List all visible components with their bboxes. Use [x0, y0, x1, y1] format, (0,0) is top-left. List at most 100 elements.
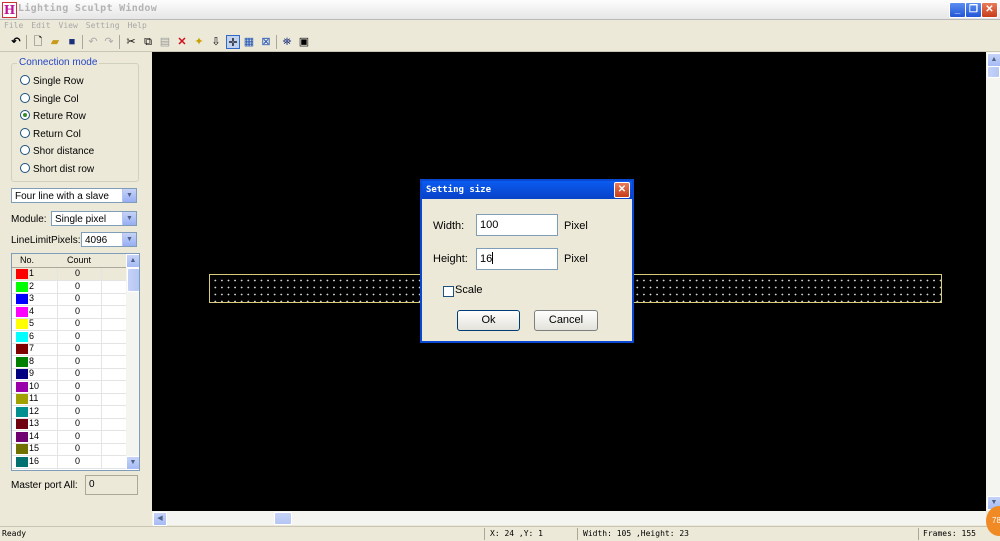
horizontal-scrollbar[interactable]: ◀: [152, 511, 986, 526]
status-bar: Ready X: 24 ,Y: 1 Width: 105 ,Height: 23…: [0, 526, 1000, 541]
port-count: 0: [75, 305, 81, 316]
connection-mode-label: Connection mode: [17, 57, 100, 68]
menu-help[interactable]: Help: [128, 19, 147, 33]
new-file-icon[interactable]: 🗋: [31, 35, 45, 49]
chevron-down-icon[interactable]: ▼: [122, 233, 136, 246]
undo-icon[interactable]: ↶: [9, 35, 23, 49]
table-row[interactable]: 90: [12, 368, 126, 381]
port-table[interactable]: No. Count 1 0 2 0 3 0 4 0 5 0 6 0 7 0 8 0 9 0 10 0 11 0 12 0 13 0…: [11, 253, 140, 471]
chevron-down-icon[interactable]: ▼: [122, 212, 136, 225]
table-row[interactable]: 13 0: [12, 418, 126, 431]
save-icon[interactable]: ■: [65, 35, 79, 49]
status-coords: X: 24 ,Y: 1: [490, 529, 543, 538]
scroll-up-icon[interactable]: ▲: [126, 254, 139, 268]
dialog-close-icon[interactable]: ✕: [614, 182, 630, 198]
scroll-up-icon[interactable]: ▲: [987, 53, 1000, 67]
minimize-button[interactable]: _: [949, 2, 966, 18]
port-number: 12: [29, 405, 40, 416]
chevron-down-icon[interactable]: ▼: [122, 189, 136, 202]
radio-label: Short dist row: [33, 164, 95, 175]
menu-view[interactable]: View: [59, 19, 78, 33]
master-port-label: Master port All:: [11, 480, 78, 491]
width-input[interactable]: 100: [476, 214, 558, 236]
master-port-field[interactable]: 0: [85, 475, 138, 495]
port-number: 15: [29, 443, 40, 453]
toolbar-separator: [119, 35, 120, 49]
undo-gray-icon[interactable]: ↶: [86, 35, 100, 49]
height-value: 16: [480, 253, 493, 265]
table-row[interactable]: 80: [12, 355, 126, 369]
port-number: 9: [29, 368, 35, 378]
restore-button[interactable]: ❐: [965, 2, 982, 18]
scroll-thumb[interactable]: [987, 66, 1000, 78]
arrow-down-icon[interactable]: ⇩: [209, 35, 223, 49]
table-row[interactable]: 15 0: [12, 443, 126, 456]
radio-dot: [20, 75, 30, 85]
line-mode-select[interactable]: Four line with a slave ▼: [11, 188, 137, 203]
table-row[interactable]: 12 0: [12, 405, 126, 419]
table-row[interactable]: 10: [12, 268, 126, 281]
table-scrollbar[interactable]: ▲ ▼: [126, 254, 139, 470]
table-row[interactable]: 50: [12, 318, 126, 331]
fit-icon[interactable]: ⊠: [259, 35, 273, 49]
line-limit-select[interactable]: 4096 ▼: [81, 232, 137, 247]
delete-icon[interactable]: ✕: [175, 35, 189, 49]
port-color-swatch: [16, 344, 28, 354]
height-input[interactable]: 16: [476, 248, 558, 270]
redo-gray-icon[interactable]: ↷: [102, 35, 116, 49]
dialog-title-bar[interactable]: Setting size ✕: [422, 181, 632, 199]
port-color-swatch: [16, 356, 28, 367]
menu-setting[interactable]: Setting: [86, 19, 120, 33]
port-count: 0: [75, 418, 81, 428]
line-limit-value: 4096: [85, 235, 108, 246]
radio-short-dist-row[interactable]: Short dist row: [20, 163, 94, 175]
radio-label: Single Col: [33, 94, 79, 105]
radio-return-col[interactable]: Return Col: [20, 128, 81, 140]
radio-single-row[interactable]: Single Row: [20, 75, 84, 87]
table-row[interactable]: 60: [12, 330, 126, 344]
radio-label: Single Row: [33, 76, 84, 87]
status-size: Width: 105 ,Height: 23: [583, 529, 689, 538]
copy-icon[interactable]: ⧉: [141, 35, 155, 49]
vertical-scrollbar[interactable]: ▲ ▼: [986, 52, 1000, 511]
scroll-left-icon[interactable]: ◀: [153, 512, 167, 526]
radio-shor-distance[interactable]: Shor distance: [20, 145, 94, 157]
table-row[interactable]: 30: [12, 293, 126, 306]
radio-reture-row[interactable]: Reture Row: [20, 110, 86, 122]
scroll-thumb[interactable]: [274, 512, 292, 525]
module-select[interactable]: Single pixel ▼: [51, 211, 137, 226]
port-count: 0: [75, 343, 81, 353]
menu-file[interactable]: File: [4, 19, 23, 33]
ok-button[interactable]: Ok: [457, 310, 520, 331]
scroll-thumb[interactable]: [127, 268, 139, 292]
table-row[interactable]: 20: [12, 280, 126, 294]
status-frames: Frames: 155: [923, 529, 976, 538]
grid-icon[interactable]: ▦: [242, 35, 256, 49]
close-button[interactable]: ✕: [981, 2, 998, 18]
menu-edit[interactable]: Edit: [31, 19, 50, 33]
port-color-swatch: [16, 419, 28, 429]
scroll-down-icon[interactable]: ▼: [126, 456, 139, 470]
image-icon[interactable]: ▣: [297, 35, 311, 49]
table-row[interactable]: 10 0: [12, 380, 126, 394]
table-row[interactable]: 14 0: [12, 430, 126, 444]
binoculars-icon[interactable]: ⛯: [280, 35, 294, 49]
open-folder-icon[interactable]: ▰: [48, 35, 62, 49]
table-row[interactable]: 70: [12, 343, 126, 356]
table-row[interactable]: 40: [12, 305, 126, 319]
crosshair-icon[interactable]: ✛: [226, 35, 240, 49]
port-color-swatch: [16, 456, 28, 467]
cancel-button[interactable]: Cancel: [534, 310, 598, 331]
scale-checkbox[interactable]: [443, 286, 454, 297]
header-count: Count: [67, 255, 92, 265]
table-header: No. Count: [12, 254, 126, 268]
radio-single-col[interactable]: Single Col: [20, 93, 79, 105]
table-row[interactable]: 11 0: [12, 393, 126, 406]
height-label: Height:: [433, 253, 468, 265]
paste-icon[interactable]: ▤: [158, 35, 172, 49]
port-count: 0: [75, 293, 81, 303]
row-cell: [101, 306, 126, 319]
sparkle-icon[interactable]: ✦: [192, 35, 206, 49]
cut-icon[interactable]: ✂: [124, 35, 138, 49]
table-row[interactable]: 16 0: [12, 455, 126, 469]
